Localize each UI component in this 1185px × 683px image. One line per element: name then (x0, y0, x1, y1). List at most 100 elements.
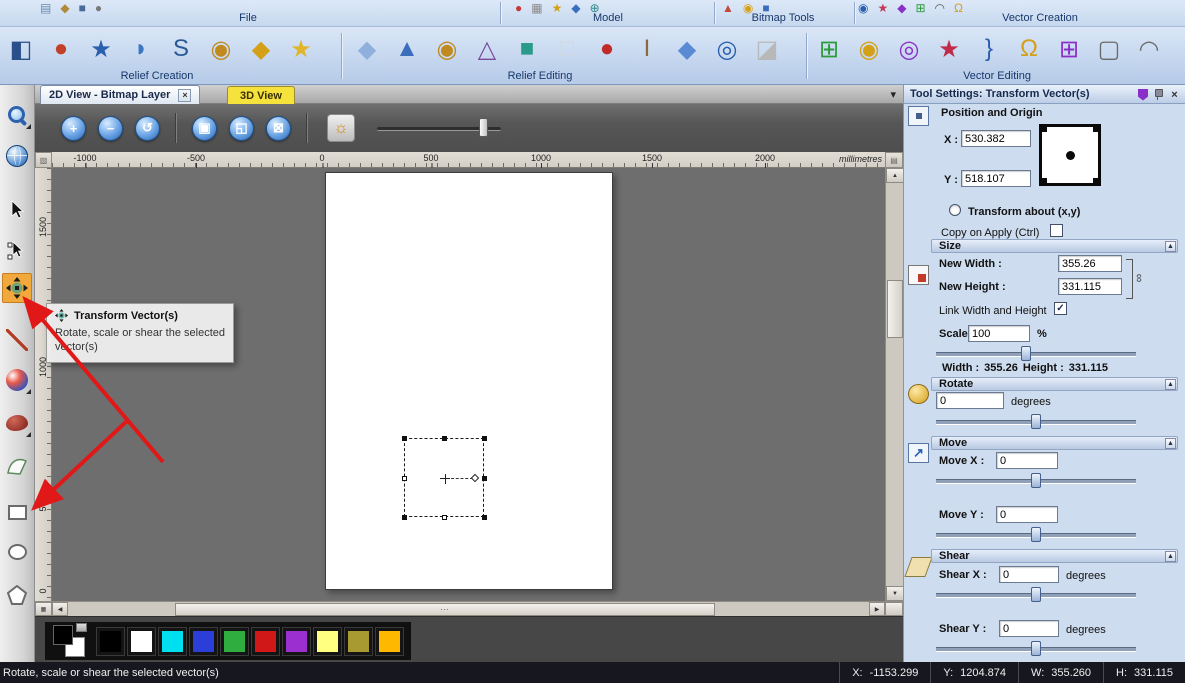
scale-slider-thumb[interactable] (1021, 346, 1031, 361)
x-position-input[interactable] (961, 130, 1031, 147)
palette-swatch[interactable] (314, 628, 341, 655)
close-panel-icon[interactable]: × (1168, 88, 1181, 101)
vector-pot-icon[interactable]: ◉ (852, 29, 886, 69)
move-x-slider-thumb[interactable] (1031, 473, 1041, 488)
vector-icon-3[interactable]: ◆ (897, 2, 906, 14)
shear-y-input[interactable] (999, 620, 1059, 637)
bitmap-icon-1[interactable]: ▲ (722, 2, 734, 14)
turn-icon[interactable]: ★ (284, 29, 318, 69)
node-editing-tool[interactable] (2, 236, 32, 266)
y-position-input[interactable] (961, 170, 1031, 187)
paint-relief-tool[interactable] (2, 365, 32, 395)
vector-icon-1[interactable]: ◉ (858, 2, 868, 14)
selection-handle-ne[interactable] (482, 436, 487, 441)
zoom-tool[interactable] (2, 100, 32, 130)
selection-handle-e[interactable] (482, 476, 487, 481)
vertical-scroll-thumb[interactable] (887, 280, 903, 338)
origin-handle[interactable] (471, 474, 479, 482)
scale-input[interactable] (968, 325, 1030, 342)
star-vectors-icon[interactable]: ★ (932, 29, 966, 69)
transform-vectors-tool[interactable] (2, 273, 32, 303)
vector-icon-2[interactable]: ★ (877, 2, 888, 14)
selection-handle-nw[interactable] (402, 436, 407, 441)
offset-relief-icon[interactable]: ◎ (710, 29, 744, 69)
rectangle-tool[interactable] (2, 497, 32, 527)
primary-secondary-swatch[interactable] (53, 625, 85, 657)
view-orientation-tool[interactable] (2, 141, 32, 171)
origin-selector[interactable] (1039, 124, 1101, 186)
palette-swatch[interactable] (190, 628, 217, 655)
selection-handle-se[interactable] (482, 515, 487, 520)
smooth-relief-icon[interactable]: ◆ (350, 29, 384, 69)
move-y-slider[interactable] (936, 527, 1136, 542)
horizontal-scrollbar[interactable]: ▦ ◀ ⋯ ▶ (35, 601, 903, 616)
zoom-page-button[interactable]: ◱ (229, 116, 254, 141)
move-y-slider-thumb[interactable] (1031, 527, 1041, 542)
move-x-slider[interactable] (936, 473, 1136, 488)
copy-on-apply-checkbox[interactable] (1050, 224, 1063, 237)
horizontal-scroll-thumb[interactable]: ⋯ (175, 603, 715, 616)
create-polyline-tool[interactable] (2, 450, 32, 480)
bell-vectors-icon[interactable]: Ω (1012, 29, 1046, 69)
add-vectors-icon[interactable]: ⊞ (812, 29, 846, 69)
ellipse-tool[interactable] (2, 537, 32, 567)
zoom-in-button[interactable]: + (61, 116, 86, 141)
sculpting-icon[interactable]: ▲ (390, 29, 424, 69)
zoom-objects-button[interactable]: ⊠ (266, 116, 291, 141)
model-icon-4[interactable]: ◆ (571, 2, 580, 14)
shear-y-slider-thumb[interactable] (1031, 641, 1041, 656)
grid-vectors-icon[interactable]: ⊞ (1052, 29, 1086, 69)
model-icon-2[interactable]: ▦ (531, 2, 542, 14)
palette-swatch[interactable] (128, 628, 155, 655)
palette-swatch[interactable] (283, 628, 310, 655)
origin-center-selected[interactable] (1066, 151, 1075, 160)
dome-relief-icon[interactable]: ◉ (430, 29, 464, 69)
palette-swatch[interactable] (252, 628, 279, 655)
collapse-size-button[interactable]: ▲ (1165, 241, 1176, 252)
palette-swatch[interactable] (221, 628, 248, 655)
column-wrap-icon[interactable]: I (630, 29, 664, 69)
rotate-slider-thumb[interactable] (1031, 414, 1041, 429)
selection-handle-s[interactable] (442, 515, 447, 520)
print-icon[interactable]: ● (95, 2, 102, 14)
erase-relief-icon[interactable]: ◪ (750, 29, 784, 69)
selection-handle-n[interactable] (442, 436, 447, 441)
origin-corner-nub[interactable] (1041, 126, 1047, 132)
transform-about-radio[interactable] (949, 204, 961, 216)
facet-relief-icon[interactable]: ◆ (670, 29, 704, 69)
bitmap-fade-button[interactable]: ☼ (327, 114, 355, 142)
vertical-scrollbar[interactable]: ▲ ▼ (885, 168, 903, 601)
move-section-bar[interactable]: Move ▲ (931, 436, 1178, 450)
tab-2d-view[interactable]: 2D View - Bitmap Layer × (40, 85, 200, 104)
measure-tool[interactable] (2, 325, 32, 355)
select-vectors-tool[interactable] (2, 195, 32, 225)
fade-slider-thumb[interactable] (479, 118, 488, 137)
spike-relief-icon[interactable]: △ (470, 29, 504, 69)
zoom-out-button[interactable]: − (98, 116, 123, 141)
tab-close-icon[interactable]: × (178, 89, 191, 102)
arc-fit-icon[interactable]: ◠ (1132, 29, 1166, 69)
shear-x-slider-thumb[interactable] (1031, 587, 1041, 602)
size-section-bar[interactable]: Size ▲ (931, 239, 1178, 253)
shear-y-slider[interactable] (936, 641, 1136, 656)
sculpt-relief-tool[interactable] (2, 408, 32, 438)
texture-relief-icon[interactable]: ★ (84, 29, 118, 69)
new-width-input[interactable] (1058, 255, 1122, 272)
primary-color-swatch[interactable] (53, 625, 73, 645)
palette-swatch[interactable] (97, 628, 124, 655)
smart-engraving-icon[interactable]: S (164, 29, 198, 69)
tab-list-dropdown-icon[interactable]: ▾ (890, 88, 896, 101)
palette-swatch[interactable] (376, 628, 403, 655)
scroll-down-button[interactable]: ▼ (886, 586, 904, 601)
palette-swatch[interactable] (159, 628, 186, 655)
open-file-icon[interactable]: ◆ (60, 2, 69, 14)
collapse-shear-button[interactable]: ▲ (1165, 551, 1176, 562)
vector-icon-6[interactable]: Ω (954, 2, 963, 14)
rotate-slider[interactable] (936, 414, 1136, 429)
origin-corner-nub[interactable] (1093, 178, 1099, 184)
relief-clipart-icon[interactable]: ● (590, 29, 624, 69)
view-options-button[interactable]: ▦ (35, 602, 52, 616)
shear-x-input[interactable] (999, 566, 1059, 583)
help-tag-icon[interactable] (1138, 89, 1148, 101)
shape-editor-icon[interactable]: ● (44, 29, 78, 69)
